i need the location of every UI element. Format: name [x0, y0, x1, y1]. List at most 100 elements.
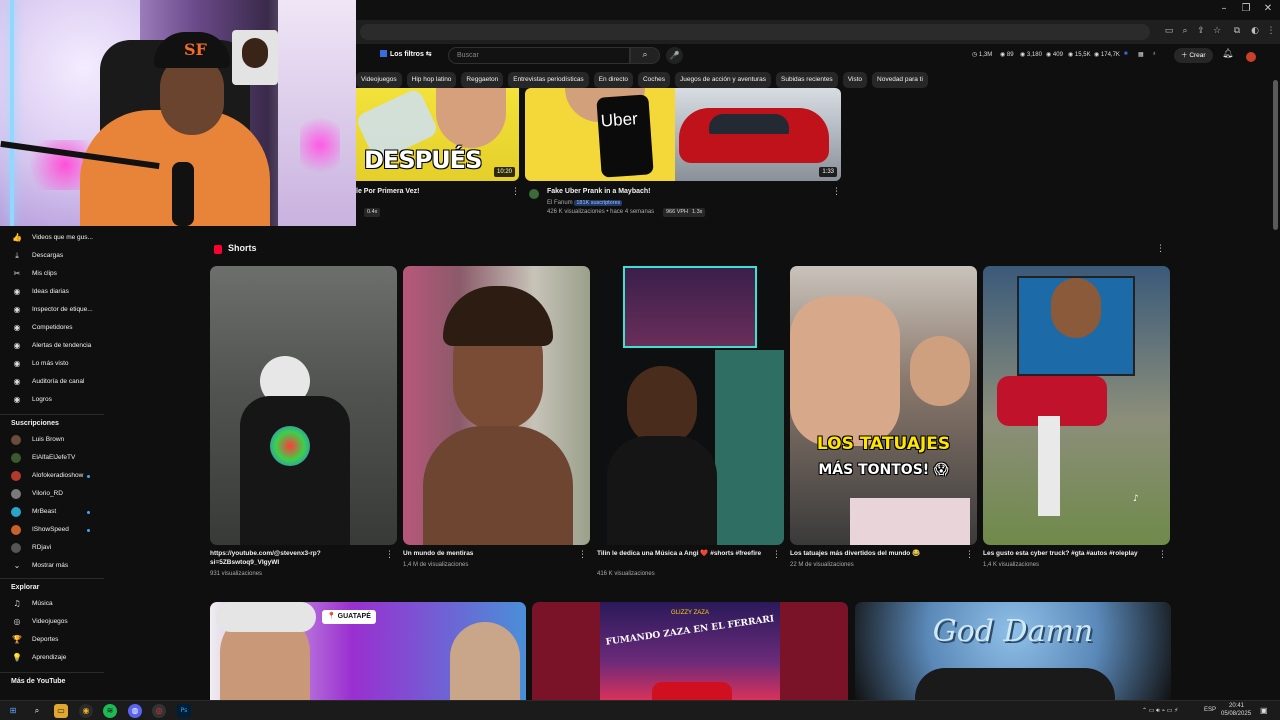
channel-avatar[interactable] [529, 189, 539, 199]
show-more-button[interactable]: ⌄ Mostrar más [0, 558, 104, 574]
short-title[interactable]: https://youtube.com/@stevenx3-rp?si=5ZBs… [210, 549, 380, 567]
more-options-icon[interactable]: ⋮ [1158, 550, 1167, 560]
explore-item[interactable]: ◎ Videojuegos [0, 614, 104, 630]
windows-start-icon[interactable]: ⊞ [6, 704, 20, 718]
filter-chip[interactable]: Hip hop latino [406, 72, 457, 88]
bookmark-star-icon[interactable]: ☆ [1210, 24, 1224, 38]
voice-search-icon[interactable]: 🎤 [666, 47, 683, 64]
subscription-item[interactable]: Vilorio_RD [0, 486, 104, 502]
language-indicator[interactable]: ESP [1204, 707, 1216, 713]
spotify-icon[interactable]: ≋ [103, 704, 117, 718]
sidebar-item[interactable]: ◉ Ideas diarias [0, 284, 104, 300]
search-input[interactable]: Buscar [448, 47, 630, 64]
page-scrollbar[interactable] [1273, 70, 1278, 700]
search-icon[interactable]: ⌕ [30, 704, 44, 718]
lightbulb-icon[interactable]: ♁ [1152, 51, 1157, 57]
sidebar-item[interactable]: ◉ Auditoría de canal [0, 374, 104, 390]
address-bar[interactable] [360, 24, 1150, 40]
explore-item[interactable]: 💡 Aprendizaje [0, 650, 104, 666]
section-options-icon[interactable]: ⋮ [1156, 244, 1165, 254]
filter-chip[interactable]: Novedad para ti [872, 72, 928, 88]
grid-icon[interactable]: ▦ [1138, 51, 1144, 58]
explore-item[interactable]: ♫ Música [0, 596, 104, 612]
short-thumbnail[interactable]: ➘ LOS TATUAJES MÁS TONTOS! 😱 [790, 266, 977, 545]
video-thumbnail[interactable]: Uber 1:33 [525, 88, 841, 181]
sidebar-item[interactable]: ✂ Mis clips [0, 266, 104, 282]
chrome-icon[interactable]: ◉ [79, 704, 93, 718]
channel-name: RDjavi [32, 544, 52, 551]
file-explorer-icon[interactable]: ▭ [54, 704, 68, 718]
photoshop-icon[interactable]: Ps [177, 704, 191, 718]
short-title[interactable]: Un mundo de mentiras [403, 549, 573, 558]
subscription-item[interactable]: RDjavi [0, 540, 104, 556]
obs-icon[interactable]: ◎ [152, 704, 166, 718]
sidebar-item[interactable]: ◉ Logros [0, 392, 104, 408]
short-thumbnail[interactable]: ♪ [983, 266, 1170, 545]
notifications-bell-icon[interactable]: 🔔︎ [1222, 49, 1233, 59]
sidebar-item-label: Inspector de etique... [32, 306, 93, 313]
filter-chip[interactable]: Juegos de acción y aventuras [675, 72, 772, 88]
more-options-icon[interactable]: ⋮ [832, 187, 841, 197]
subscription-item[interactable]: Alofokeradioshow [0, 468, 104, 484]
poster-graphic [232, 30, 278, 85]
filter-chip[interactable]: Coches [637, 72, 671, 88]
subscription-item[interactable]: MrBeast [0, 504, 104, 520]
notifications-icon[interactable]: ▣ [1260, 706, 1268, 715]
scrollbar-thumb[interactable] [1273, 80, 1278, 230]
sidebar-item[interactable]: ◉ Lo más visto [0, 356, 104, 372]
sidebar-item[interactable]: ⤓ Descargas [0, 248, 104, 264]
subscription-item[interactable]: Luis Brown [0, 432, 104, 448]
extensions-icon[interactable]: ⧉ [1230, 24, 1244, 38]
filter-chip[interactable]: Reggaeton [461, 72, 504, 88]
tray-icons[interactable]: ⌃ ▭ 🔊︎ ⌁ ▭ ⚡︎ [1142, 707, 1178, 715]
filter-chip[interactable]: Entrevistas periodísticas [508, 72, 589, 88]
filter-chip[interactable]: Videojuegos [356, 72, 402, 88]
account-avatar[interactable] [1246, 52, 1256, 62]
video-title[interactable]: le Por Primera Vez! [356, 188, 419, 195]
tool-icon[interactable]: ■ [1124, 51, 1128, 57]
video-thumbnail[interactable]: GLIZZY ZAZA FUMANDO ZAZA EN EL FERRARI [532, 602, 848, 700]
video-title[interactable]: Fake Uber Prank in a Maybach! [547, 188, 650, 195]
minimize-icon[interactable]: – [1212, 3, 1236, 14]
channel-name[interactable]: El Fanum [547, 200, 573, 206]
short-title[interactable]: Les gusto esta cyber truck? #gta #autos … [983, 549, 1153, 558]
browser-menu-icon[interactable]: ⋮ [1264, 24, 1278, 38]
subscription-item[interactable]: ElAlfaElJefeTV [0, 450, 104, 466]
video-thumbnail[interactable]: God Damn [855, 602, 1171, 700]
short-title[interactable]: Tilin le dedica una Música a Angi ❤️ #sh… [597, 549, 767, 558]
filter-chip[interactable]: Subidas recientes [776, 72, 838, 88]
short-thumbnail[interactable] [210, 266, 397, 545]
video-thumbnail[interactable]: 📍 GUATAPÉ [210, 602, 526, 700]
cap-logo-icon: SF [154, 32, 230, 68]
filter-chip[interactable]: En directo [593, 72, 633, 88]
maximize-icon[interactable]: ❐ [1234, 3, 1258, 14]
close-icon[interactable]: ✕ [1256, 3, 1280, 14]
install-icon[interactable]: ▭ [1162, 24, 1176, 38]
discord-icon[interactable]: ◍ [128, 704, 142, 718]
subscription-item[interactable]: IShowSpeed [0, 522, 104, 538]
more-options-icon[interactable]: ⋮ [511, 187, 520, 197]
zoom-icon[interactable]: ⌕ [1178, 24, 1192, 38]
more-options-icon[interactable]: ⋮ [965, 550, 974, 560]
clock-time[interactable]: 20:41 [1229, 703, 1244, 709]
sidebar-item[interactable]: ◉ Alertas de tendencia [0, 338, 104, 354]
short-thumbnail[interactable] [597, 266, 784, 545]
profile-icon[interactable]: ◐ [1248, 24, 1262, 38]
video-thumbnail[interactable]: DESPUÉS 10:20 [356, 88, 519, 181]
explore-item[interactable]: 🏆 Deportes [0, 632, 104, 648]
more-options-icon[interactable]: ⋮ [578, 550, 587, 560]
search-button[interactable]: ⌕ [630, 47, 660, 64]
person-graphic [1051, 278, 1101, 338]
filter-chip[interactable]: Visto [842, 72, 868, 88]
share-icon[interactable]: ⇪ [1194, 24, 1208, 38]
create-button[interactable]: ＋ Crear [1174, 48, 1213, 63]
more-options-icon[interactable]: ⋮ [385, 550, 394, 560]
short-thumbnail[interactable] [403, 266, 590, 545]
more-options-icon[interactable]: ⋮ [772, 550, 781, 560]
filters-button[interactable]: Los filtros ⇆ [376, 48, 436, 62]
sidebar-item[interactable]: ◉ Competidores [0, 320, 104, 336]
sidebar-item[interactable]: ◉ Inspector de etique... [0, 302, 104, 318]
clock-date[interactable]: 05/08/2025 [1221, 711, 1251, 717]
short-title[interactable]: Los tatuajes más divertidos del mundo 😂 [790, 549, 960, 558]
sidebar-item[interactable]: 👍 Videos que me gus... [0, 230, 104, 246]
